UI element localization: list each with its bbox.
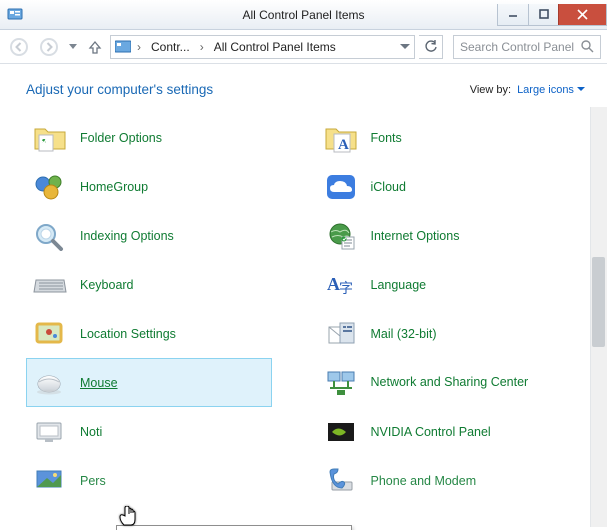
search-icon (580, 39, 596, 55)
chevron-right-icon: › (198, 40, 206, 54)
mail-icon (323, 317, 359, 351)
history-dropdown[interactable] (66, 34, 80, 60)
folder-icon (32, 121, 68, 155)
breadcrumb-1[interactable]: Contr... (147, 40, 194, 54)
item-label: Internet Options (371, 229, 460, 243)
item-language[interactable]: A字 Language (317, 260, 563, 309)
phone-icon (323, 464, 359, 498)
item-mouse[interactable]: Mouse (26, 358, 272, 407)
back-button[interactable] (6, 34, 32, 60)
nvidia-icon (323, 415, 359, 449)
item-label: Fonts (371, 131, 402, 145)
mouse-icon (32, 366, 68, 400)
item-label: Phone and Modem (371, 474, 477, 488)
titlebar: All Control Panel Items (0, 0, 607, 30)
view-by-dropdown[interactable]: Large icons (517, 84, 585, 96)
item-label: iCloud (371, 180, 406, 194)
view-by-label: View by: (470, 84, 511, 96)
item-network-sharing[interactable]: Network and Sharing Center (317, 358, 563, 407)
icloud-icon (323, 170, 359, 204)
location-icon (32, 317, 68, 351)
hand-cursor-icon (119, 506, 137, 528)
content-area: Folder Options A Fonts HomeGroup iCloud … (0, 107, 607, 527)
item-label: Location Settings (80, 327, 176, 341)
view-by: View by: Large icons (470, 84, 585, 96)
breadcrumb-2[interactable]: All Control Panel Items (210, 40, 340, 54)
item-label: Network and Sharing Center (371, 375, 529, 391)
fonts-icon: A (323, 121, 359, 155)
vertical-scrollbar[interactable] (590, 107, 607, 527)
item-label: Language (371, 278, 427, 292)
svg-text:A: A (338, 137, 349, 153)
item-phone-modem[interactable]: Phone and Modem (317, 456, 563, 505)
search-input[interactable]: Search Control Panel (453, 35, 601, 59)
item-icloud[interactable]: iCloud (317, 162, 563, 211)
search-placeholder: Search Control Panel (458, 40, 580, 54)
item-label: Folder Options (80, 131, 162, 145)
item-label: Mouse (80, 376, 118, 390)
item-label: Indexing Options (80, 229, 174, 243)
address-bar[interactable]: › Contr... › All Control Panel Items (110, 35, 415, 59)
item-label: HomeGroup (80, 180, 148, 194)
page-title: Adjust your computer's settings (26, 82, 213, 97)
subheader: Adjust your computer's settings View by:… (0, 64, 607, 107)
item-keyboard[interactable]: Keyboard (26, 260, 272, 309)
indexing-icon (32, 219, 68, 253)
item-indexing-options[interactable]: Indexing Options (26, 211, 272, 260)
item-location-settings[interactable]: Location Settings (26, 309, 272, 358)
item-label: Noti (80, 425, 102, 439)
maximize-button[interactable] (528, 4, 558, 25)
up-button[interactable] (84, 35, 106, 59)
network-icon (323, 366, 359, 400)
item-label: Pers (80, 474, 106, 488)
internet-icon (323, 219, 359, 253)
item-folder-options[interactable]: Folder Options (26, 113, 272, 162)
chevron-down-icon[interactable] (400, 44, 410, 50)
item-internet-options[interactable]: Internet Options (317, 211, 563, 260)
control-panel-sysicon (6, 6, 24, 24)
tooltip: Mouse Customize your mouse settings, suc… (116, 525, 352, 530)
item-label: Mail (32-bit) (371, 327, 437, 341)
personalization-icon (32, 464, 68, 498)
refresh-button[interactable] (419, 35, 443, 59)
window-title: All Control Panel Items (242, 8, 364, 22)
item-notification[interactable]: Noti (26, 407, 272, 456)
item-personalization[interactable]: Pers (26, 456, 272, 505)
close-button[interactable] (558, 4, 606, 25)
notification-icon (32, 415, 68, 449)
svg-text:字: 字 (339, 280, 353, 296)
item-mail[interactable]: Mail (32-bit) (317, 309, 563, 358)
item-label: NVIDIA Control Panel (371, 425, 491, 439)
item-homegroup[interactable]: HomeGroup (26, 162, 272, 211)
chevron-right-icon: › (135, 40, 143, 54)
keyboard-icon (32, 268, 68, 302)
control-panel-icon (115, 39, 131, 55)
scrollbar-thumb[interactable] (592, 257, 605, 347)
items-grid: Folder Options A Fonts HomeGroup iCloud … (0, 107, 607, 505)
forward-button[interactable] (36, 34, 62, 60)
item-fonts[interactable]: A Fonts (317, 113, 563, 162)
nav-bar: › Contr... › All Control Panel Items Sea… (0, 30, 607, 64)
item-nvidia[interactable]: NVIDIA Control Panel (317, 407, 563, 456)
window-buttons (497, 4, 607, 26)
language-icon: A字 (323, 268, 359, 302)
item-label: Keyboard (80, 278, 134, 292)
minimize-button[interactable] (498, 4, 528, 25)
homegroup-icon (32, 170, 68, 204)
